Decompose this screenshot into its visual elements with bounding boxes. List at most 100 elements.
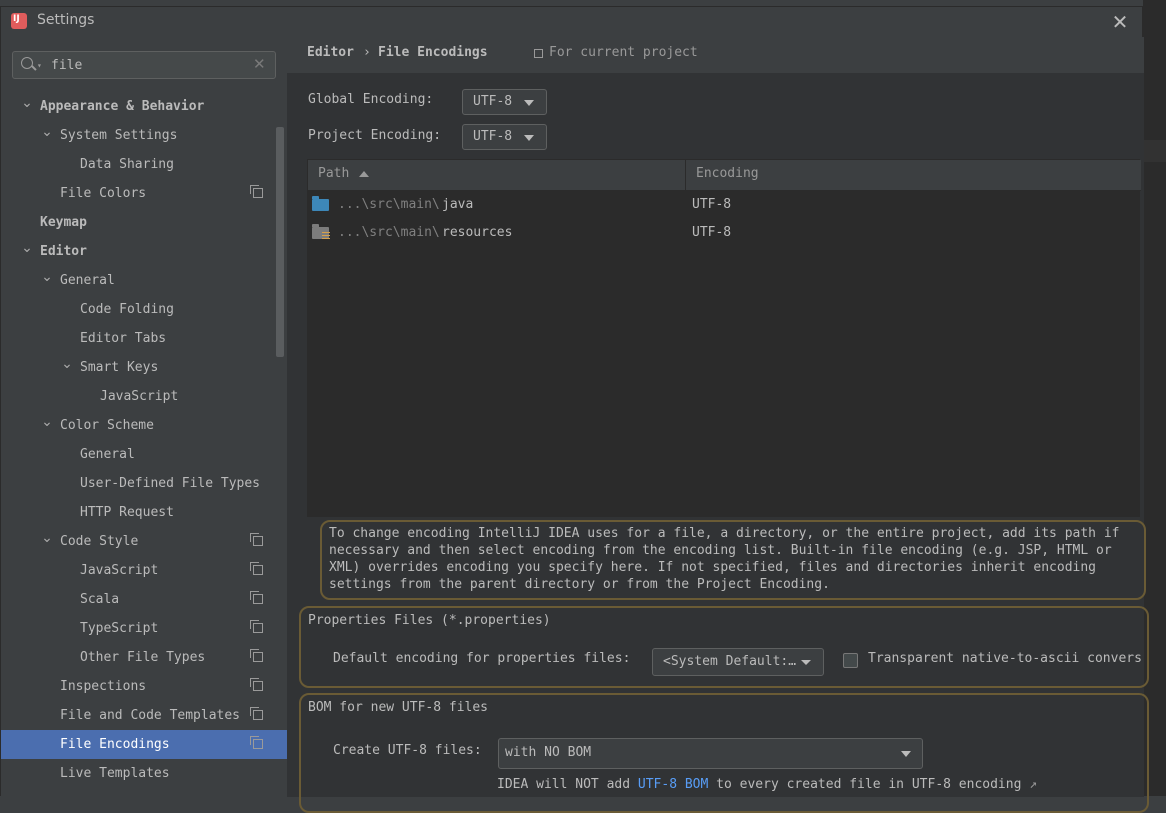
- column-header-path-label: Path: [318, 166, 350, 181]
- chevron-down-icon[interactable]: ⌄: [40, 266, 54, 288]
- properties-files-group: Properties Files (*.properties) Default …: [299, 606, 1149, 688]
- column-header-encoding[interactable]: Encoding: [686, 160, 1141, 191]
- tree-item-label: File Colors: [60, 186, 147, 201]
- chevron-down-icon: [901, 751, 911, 757]
- default-properties-encoding-label: Default encoding for properties files:: [333, 651, 631, 666]
- utf8-bom-link[interactable]: UTF-8 BOM: [638, 777, 708, 792]
- breadcrumb: Editor › File Encodings For current proj…: [287, 37, 1144, 73]
- tree-item-label: JavaScript: [80, 563, 159, 578]
- tree-item[interactable]: ⌄ Color Scheme: [1, 411, 287, 440]
- tree-item-label: User-Defined File Types: [80, 476, 261, 491]
- global-encoding-value: UTF-8: [473, 94, 513, 109]
- tree-item[interactable]: ⌄ Smart Keys: [1, 353, 287, 382]
- tree-item[interactable]: ⌄ System Settings: [1, 121, 287, 150]
- encoding-help-text: To change encoding IntelliJ IDEA uses fo…: [320, 520, 1146, 600]
- bom-note-suffix: to every created file in UTF-8 encoding: [708, 777, 1022, 792]
- tree-item[interactable]: File and Code Templates: [1, 701, 287, 730]
- tree-item[interactable]: ⌄ Editor: [1, 237, 287, 266]
- tree-item-label: Inspections: [60, 679, 147, 694]
- chevron-down-icon[interactable]: ⌄: [40, 527, 54, 549]
- tree-item[interactable]: ⌄ Appearance & Behavior: [1, 92, 287, 121]
- row-encoding: UTF-8: [692, 197, 732, 212]
- title-bar: Settings ✕: [1, 7, 1142, 37]
- sidebar-scrollbar[interactable]: [276, 127, 284, 357]
- search-history-caret-icon[interactable]: ▾: [37, 61, 42, 70]
- scope-label: For current project: [549, 45, 698, 60]
- transparent-native-to-ascii-checkbox[interactable]: [843, 653, 858, 668]
- tree-item[interactable]: Scala: [1, 585, 287, 614]
- project-scope-icon: [250, 736, 263, 749]
- project-encoding-combo[interactable]: UTF-8: [462, 124, 547, 150]
- table-row[interactable]: ...\src\main\ java UTF-8: [308, 191, 1141, 219]
- tree-item[interactable]: JavaScript: [1, 556, 287, 585]
- properties-encoding-value: <System Default:…: [663, 654, 797, 669]
- path-encoding-table: Path Encoding ...\src\main\ java UTF-8 .…: [307, 159, 1141, 517]
- tree-item[interactable]: TypeScript: [1, 614, 287, 643]
- tree-item[interactable]: ⌄ Code Style: [1, 527, 287, 556]
- chevron-down-icon[interactable]: ⌄: [40, 121, 54, 143]
- tree-item[interactable]: JavaScript: [1, 382, 287, 411]
- chevron-down-icon[interactable]: ⌄: [40, 411, 54, 433]
- external-link-icon[interactable]: ↗: [1029, 777, 1037, 792]
- tree-item[interactable]: Keymap: [1, 208, 287, 237]
- tree-item[interactable]: Inspections: [1, 672, 287, 701]
- tree-item[interactable]: User-Defined File Types: [1, 469, 287, 498]
- column-header-path[interactable]: Path: [308, 160, 686, 191]
- current-line-highlight: [1143, 140, 1166, 162]
- tree-item[interactable]: General: [1, 440, 287, 469]
- tree-item-label: File and Code Templates: [60, 708, 241, 723]
- tree-item[interactable]: HTTP Request: [1, 498, 287, 527]
- tree-item-label: Code Style: [60, 534, 139, 549]
- tree-item-label: TypeScript: [80, 621, 159, 636]
- tree-item[interactable]: ⌄ General: [1, 266, 287, 295]
- chevron-down-icon[interactable]: ⌄: [20, 237, 34, 259]
- tree-item-label: JavaScript: [100, 389, 179, 404]
- tree-item[interactable]: Code Folding: [1, 295, 287, 324]
- bom-mode-combo[interactable]: with NO BOM: [498, 738, 923, 769]
- project-scope-icon: [250, 678, 263, 691]
- chevron-down-icon[interactable]: ⌄: [60, 353, 74, 375]
- settings-search-box[interactable]: ▾ ✕: [12, 51, 276, 79]
- help-line: To change encoding IntelliJ IDEA uses fo…: [329, 526, 1120, 541]
- properties-group-title: Properties Files (*.properties): [308, 613, 551, 628]
- search-icon[interactable]: [21, 57, 33, 69]
- breadcrumb-separator: ›: [363, 45, 371, 60]
- folder-source-icon: [312, 196, 329, 211]
- transparent-native-to-ascii-label[interactable]: Transparent native-to-ascii convers: [868, 651, 1142, 666]
- project-scope-icon: [250, 185, 263, 198]
- tree-item[interactable]: Live Templates: [1, 759, 287, 788]
- path-name: java: [442, 197, 474, 212]
- breadcrumb-editor[interactable]: Editor: [307, 45, 354, 60]
- chevron-down-icon: [524, 135, 534, 141]
- settings-search-input[interactable]: [51, 55, 241, 75]
- tree-item-label: General: [80, 447, 135, 462]
- bom-note: IDEA will NOT add UTF-8 BOM to every cre…: [497, 777, 1037, 792]
- tree-item-label: Keymap: [40, 215, 87, 230]
- help-line: XML) overrides encoding you specify here…: [329, 560, 1097, 575]
- tree-item[interactable]: File Encodings: [1, 730, 287, 759]
- project-encoding-label: Project Encoding:: [308, 128, 442, 143]
- properties-encoding-combo[interactable]: <System Default:…: [652, 648, 824, 676]
- tree-item-label: General: [60, 273, 115, 288]
- column-header-encoding-label: Encoding: [696, 166, 759, 181]
- tree-item-label: Scala: [80, 592, 120, 607]
- path-prefix: ...\src\main\: [338, 197, 440, 212]
- project-scope-icon: [250, 620, 263, 633]
- project-scope-icon: [250, 591, 263, 604]
- global-encoding-label: Global Encoding:: [308, 92, 434, 107]
- global-encoding-combo[interactable]: UTF-8: [462, 89, 547, 115]
- table-row[interactable]: ...\src\main\ resources UTF-8: [308, 219, 1141, 247]
- bom-mode-value: with NO BOM: [505, 745, 592, 760]
- tree-item[interactable]: Other File Types: [1, 643, 287, 672]
- tree-item[interactable]: Editor Tabs: [1, 324, 287, 353]
- bom-group: BOM for new UTF-8 files Create UTF-8 fil…: [299, 693, 1149, 813]
- close-button[interactable]: ✕: [1109, 11, 1131, 33]
- tree-item[interactable]: Data Sharing: [1, 150, 287, 179]
- project-encoding-value: UTF-8: [473, 129, 513, 144]
- settings-content-pane: Editor › File Encodings For current proj…: [287, 37, 1149, 813]
- chevron-down-icon[interactable]: ⌄: [20, 92, 34, 114]
- tree-item-label: Smart Keys: [80, 360, 159, 375]
- clear-search-icon[interactable]: ✕: [253, 55, 266, 73]
- tree-item[interactable]: File Colors: [1, 179, 287, 208]
- settings-dialog: Settings ✕ ▾ ✕ ⌄ Appearance & Behavior ⌄ Sy…: [0, 6, 1149, 813]
